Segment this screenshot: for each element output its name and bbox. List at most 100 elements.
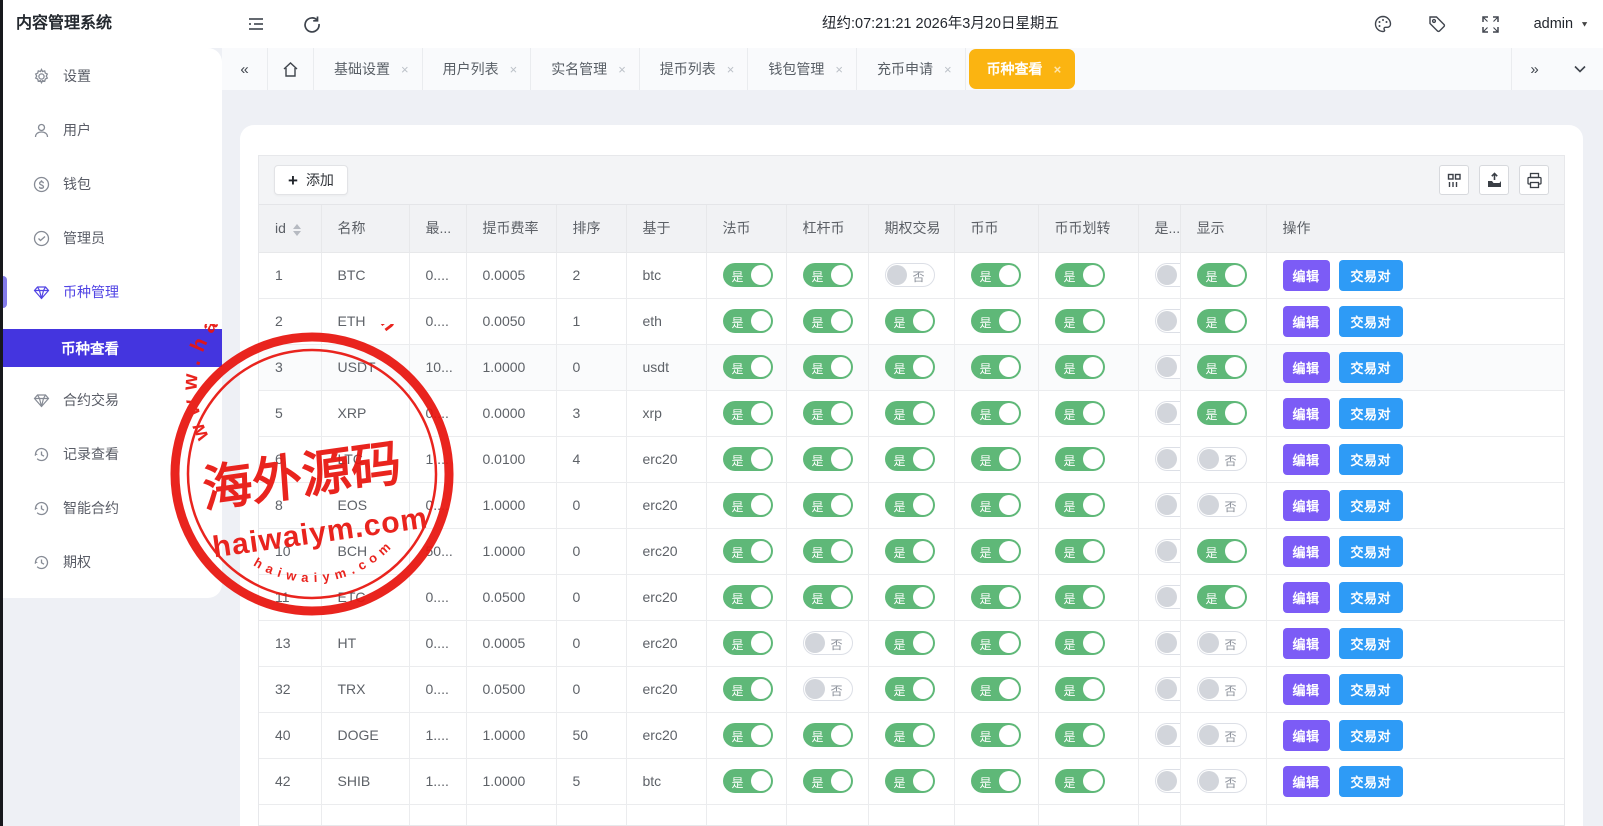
sidebar-item-币种管理[interactable]: 币种管理 (0, 265, 222, 319)
transfer-toggle-on[interactable]: 是 (1055, 677, 1105, 701)
hidden-toggle-clipped[interactable] (1155, 401, 1181, 425)
display-toggle-off[interactable]: 否 (1197, 677, 1247, 701)
sidebar-item-智能合约[interactable]: 智能合约 (0, 481, 222, 535)
option-toggle-on[interactable]: 是 (885, 723, 935, 747)
fiat-toggle-on[interactable]: 是 (723, 493, 773, 517)
lever-toggle-off[interactable]: 否 (803, 677, 853, 701)
display-toggle-on[interactable]: 是 (1197, 263, 1247, 287)
coin-toggle-on[interactable]: 是 (971, 723, 1021, 747)
sidebar-subitem-币种查看[interactable]: 币种查看 (0, 329, 222, 367)
fullscreen-icon[interactable] (1480, 13, 1502, 35)
edit-button[interactable]: 编辑 (1283, 674, 1330, 705)
edit-button[interactable]: 编辑 (1283, 720, 1330, 751)
option-toggle-on[interactable]: 是 (885, 309, 935, 333)
lever-toggle-off[interactable]: 否 (803, 631, 853, 655)
tab-item[interactable]: 用户列表× (423, 48, 532, 90)
transfer-toggle-on[interactable]: 是 (1055, 309, 1105, 333)
edit-button[interactable]: 编辑 (1283, 306, 1330, 337)
edit-button[interactable]: 编辑 (1283, 490, 1330, 521)
menu-fold-icon[interactable] (244, 12, 268, 36)
transfer-toggle-on[interactable]: 是 (1055, 769, 1105, 793)
lever-toggle-on[interactable]: 是 (803, 263, 853, 287)
hidden-toggle-clipped[interactable] (1155, 769, 1181, 793)
pair-button[interactable]: 交易对 (1339, 306, 1404, 337)
tabs-scroll-right-icon[interactable]: » (1511, 48, 1557, 90)
home-tab-icon[interactable] (268, 48, 314, 90)
coin-toggle-on[interactable]: 是 (971, 631, 1021, 655)
tab-close-icon[interactable]: × (618, 62, 626, 77)
fiat-toggle-on[interactable]: 是 (723, 677, 773, 701)
edit-button[interactable]: 编辑 (1283, 352, 1330, 383)
edit-button[interactable]: 编辑 (1283, 444, 1330, 475)
option-toggle-on[interactable]: 是 (885, 401, 935, 425)
coin-toggle-on[interactable]: 是 (971, 493, 1021, 517)
option-toggle-on[interactable]: 是 (885, 447, 935, 471)
option-toggle-on[interactable]: 是 (885, 355, 935, 379)
coin-toggle-on[interactable]: 是 (971, 263, 1021, 287)
transfer-toggle-on[interactable]: 是 (1055, 493, 1105, 517)
hidden-toggle-clipped[interactable] (1155, 355, 1181, 379)
edit-button[interactable]: 编辑 (1283, 582, 1330, 613)
sidebar-item-管理员[interactable]: 管理员 (0, 211, 222, 265)
tab-item[interactable]: 钱包管理× (748, 48, 857, 90)
display-toggle-off[interactable]: 否 (1197, 493, 1247, 517)
lever-toggle-on[interactable]: 是 (803, 309, 853, 333)
fiat-toggle-on[interactable]: 是 (723, 539, 773, 563)
hidden-toggle-clipped[interactable] (1155, 585, 1181, 609)
tab-item[interactable]: 基础设置× (314, 48, 423, 90)
hidden-toggle-clipped[interactable] (1155, 309, 1181, 333)
transfer-toggle-on[interactable]: 是 (1055, 263, 1105, 287)
pair-button[interactable]: 交易对 (1339, 260, 1404, 291)
fiat-toggle-on[interactable]: 是 (723, 585, 773, 609)
transfer-toggle-on[interactable]: 是 (1055, 447, 1105, 471)
coin-toggle-on[interactable]: 是 (971, 585, 1021, 609)
lever-toggle-on[interactable]: 是 (803, 769, 853, 793)
lever-toggle-on[interactable]: 是 (803, 355, 853, 379)
transfer-toggle-on[interactable]: 是 (1055, 355, 1105, 379)
export-icon[interactable] (1479, 165, 1509, 195)
hidden-toggle-clipped[interactable] (1155, 631, 1181, 655)
option-toggle-on[interactable]: 是 (885, 769, 935, 793)
display-toggle-on[interactable]: 是 (1197, 309, 1247, 333)
tab-close-icon[interactable]: × (835, 62, 843, 77)
edit-button[interactable]: 编辑 (1283, 766, 1330, 797)
tabs-menu-chevron-icon[interactable] (1557, 48, 1603, 90)
lever-toggle-on[interactable]: 是 (803, 539, 853, 563)
transfer-toggle-on[interactable]: 是 (1055, 723, 1105, 747)
pair-button[interactable]: 交易对 (1339, 720, 1404, 751)
fiat-toggle-on[interactable]: 是 (723, 401, 773, 425)
tag-icon[interactable] (1426, 13, 1448, 35)
sidebar-item-用户[interactable]: 用户 (0, 103, 222, 157)
sidebar-item-记录查看[interactable]: 记录查看 (0, 427, 222, 481)
option-toggle-on[interactable]: 是 (885, 539, 935, 563)
tab-item[interactable]: 币种查看× (969, 49, 1076, 89)
hidden-toggle-clipped[interactable] (1155, 539, 1181, 563)
lever-toggle-on[interactable]: 是 (803, 401, 853, 425)
coin-toggle-on[interactable]: 是 (971, 401, 1021, 425)
pair-button[interactable]: 交易对 (1339, 490, 1404, 521)
sidebar-item-期权[interactable]: 期权 (0, 535, 222, 589)
sidebar-item-合约交易[interactable]: 合约交易 (0, 373, 222, 427)
display-toggle-on[interactable]: 是 (1197, 401, 1247, 425)
coin-toggle-on[interactable]: 是 (971, 309, 1021, 333)
hidden-toggle-clipped[interactable] (1155, 723, 1181, 747)
lever-toggle-on[interactable]: 是 (803, 585, 853, 609)
tab-close-icon[interactable]: × (510, 62, 518, 77)
option-toggle-off[interactable]: 否 (885, 263, 935, 287)
tab-close-icon[interactable]: × (944, 62, 952, 77)
coin-toggle-on[interactable]: 是 (971, 447, 1021, 471)
hidden-toggle-clipped[interactable] (1155, 677, 1181, 701)
edit-button[interactable]: 编辑 (1283, 260, 1330, 291)
fiat-toggle-on[interactable]: 是 (723, 631, 773, 655)
fiat-toggle-on[interactable]: 是 (723, 263, 773, 287)
tab-close-icon[interactable]: × (401, 62, 409, 77)
pair-button[interactable]: 交易对 (1339, 582, 1404, 613)
sort-icon[interactable] (293, 224, 301, 236)
fiat-toggle-on[interactable]: 是 (723, 355, 773, 379)
print-icon[interactable] (1519, 165, 1549, 195)
transfer-toggle-on[interactable]: 是 (1055, 631, 1105, 655)
display-toggle-on[interactable]: 是 (1197, 355, 1247, 379)
sidebar-item-钱包[interactable]: 钱包 (0, 157, 222, 211)
transfer-toggle-on[interactable]: 是 (1055, 401, 1105, 425)
pair-button[interactable]: 交易对 (1339, 398, 1404, 429)
